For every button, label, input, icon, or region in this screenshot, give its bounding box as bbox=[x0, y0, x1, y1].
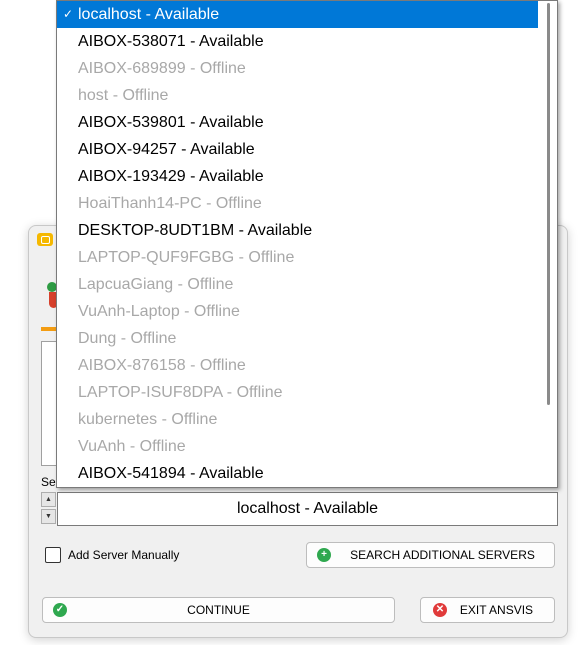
spin-down-button[interactable]: ▼ bbox=[41, 509, 56, 524]
server-option-label: LapcuaGiang - Offline bbox=[78, 276, 234, 293]
server-option[interactable]: VuAnh - Offline bbox=[57, 433, 538, 460]
server-option-label: localhost - Available bbox=[78, 6, 220, 23]
server-option[interactable]: AIBOX-541894 - Available bbox=[57, 460, 538, 487]
server-option[interactable]: Dung - Offline bbox=[57, 325, 538, 352]
server-option[interactable]: LAPTOP-QUF9FGBG - Offline bbox=[57, 244, 538, 271]
server-option-label: LAPTOP-QUF9FGBG - Offline bbox=[78, 249, 295, 266]
server-dropdown-list[interactable]: ✓ localhost - Available AIBOX-538071 - Ava… bbox=[56, 0, 558, 488]
scrollbar-thumb[interactable] bbox=[547, 3, 550, 405]
server-option[interactable]: AIBOX-876158 - Offline bbox=[57, 352, 538, 379]
server-option[interactable]: VuAnh-Laptop - Offline bbox=[57, 298, 538, 325]
search-additional-servers-button[interactable]: + SEARCH ADDITIONAL SERVERS bbox=[306, 542, 555, 568]
server-option-label: VuAnh - Offline bbox=[78, 438, 186, 455]
server-option[interactable]: AIBOX-94257 - Available bbox=[57, 136, 538, 163]
app-camera-icon bbox=[37, 233, 53, 246]
server-option[interactable]: AIBOX-193429 - Available bbox=[57, 163, 538, 190]
continue-label: CONTINUE bbox=[187, 603, 250, 617]
server-option-label: Dung - Offline bbox=[78, 330, 177, 347]
server-option[interactable]: LapcuaGiang - Offline bbox=[57, 271, 538, 298]
checkmark-icon: ✓ bbox=[63, 7, 74, 21]
server-option[interactable]: AIBOX-539801 - Available bbox=[57, 109, 538, 136]
search-additional-servers-label: SEARCH ADDITIONAL SERVERS bbox=[350, 548, 535, 562]
server-combobox[interactable]: localhost - Available bbox=[57, 492, 558, 526]
exit-ansvis-button[interactable]: ✕ EXIT ANSVIS bbox=[420, 597, 555, 623]
server-option[interactable]: DESKTOP-8UDT1BM - Available bbox=[57, 217, 538, 244]
add-server-manually-checkbox[interactable] bbox=[45, 547, 61, 563]
server-option[interactable]: host - Offline bbox=[57, 82, 538, 109]
server-option-label: kubernetes - Offline bbox=[78, 411, 218, 428]
server-option-label: VuAnh-Laptop - Offline bbox=[78, 303, 240, 320]
server-option[interactable]: ✓ localhost - Available bbox=[57, 1, 538, 28]
dropdown-scrollbar[interactable] bbox=[539, 1, 557, 487]
server-option-label: AIBOX-539801 - Available bbox=[78, 114, 264, 131]
plus-circle-icon: + bbox=[317, 548, 331, 562]
server-option-label: AIBOX-538071 - Available bbox=[78, 33, 264, 50]
server-option-label: AIBOX-541894 - Available bbox=[78, 465, 264, 482]
server-option-label: AIBOX-94257 - Available bbox=[78, 141, 255, 158]
server-option[interactable]: HoaiThanh14-PC - Offline bbox=[57, 190, 538, 217]
server-option-label: DESKTOP-8UDT1BM - Available bbox=[78, 222, 313, 239]
server-option-label: host - Offline bbox=[78, 87, 169, 104]
server-option[interactable]: AIBOX-689899 - Offline bbox=[57, 55, 538, 82]
continue-button[interactable]: ✓ CONTINUE bbox=[42, 597, 395, 623]
check-circle-icon: ✓ bbox=[53, 603, 67, 617]
server-option-label: AIBOX-193429 - Available bbox=[78, 168, 264, 185]
server-option-label: LAPTOP-ISUF8DPA - Offline bbox=[78, 384, 283, 401]
spin-up-button[interactable]: ▲ bbox=[41, 492, 56, 507]
server-option-label: AIBOX-689899 - Offline bbox=[78, 60, 246, 77]
server-label: Ser bbox=[41, 475, 57, 489]
server-option[interactable]: kubernetes - Offline bbox=[57, 406, 538, 433]
x-circle-icon: ✕ bbox=[433, 603, 447, 617]
server-option[interactable]: AIBOX-538071 - Available bbox=[57, 28, 538, 55]
server-option-label: AIBOX-876158 - Offline bbox=[78, 357, 246, 374]
server-option[interactable]: LAPTOP-ISUF8DPA - Offline bbox=[57, 379, 538, 406]
exit-ansvis-label: EXIT ANSVIS bbox=[459, 603, 534, 617]
server-option-label: HoaiThanh14-PC - Offline bbox=[78, 195, 262, 212]
add-server-manually-label[interactable]: Add Server Manually bbox=[68, 548, 179, 562]
